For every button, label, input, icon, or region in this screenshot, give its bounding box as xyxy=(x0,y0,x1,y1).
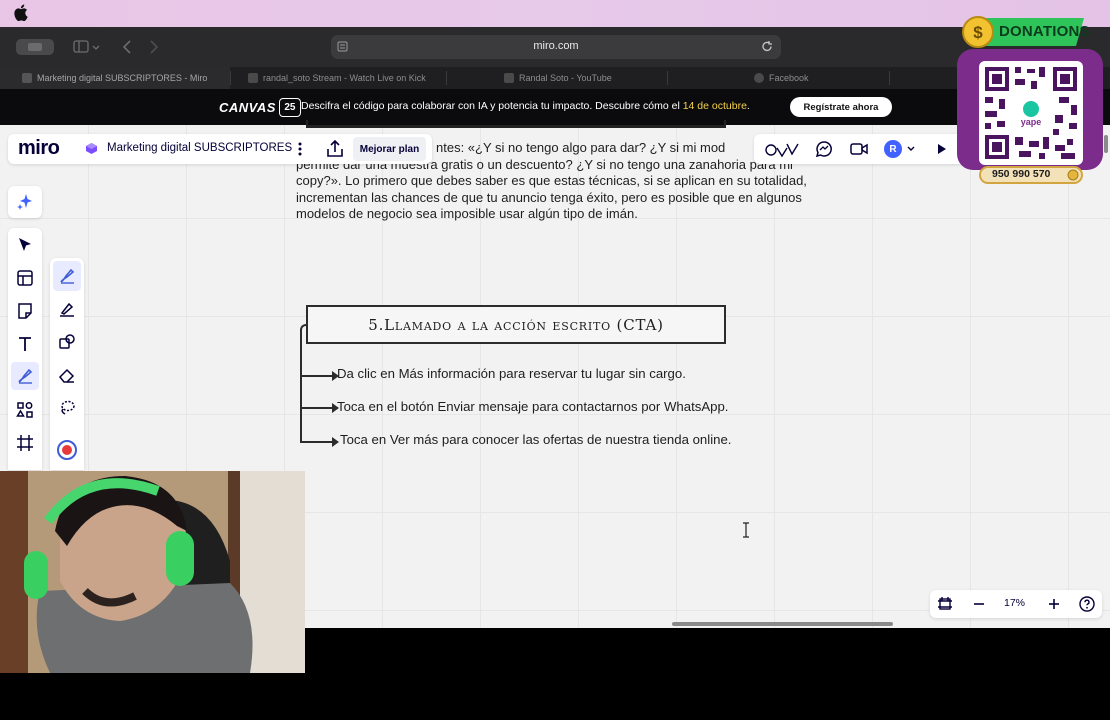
ai-assist-button[interactable] xyxy=(8,186,42,218)
video-call-icon[interactable] xyxy=(850,140,868,158)
apple-icon[interactable] xyxy=(14,4,28,21)
zoom-in-icon[interactable] xyxy=(1046,596,1062,612)
smart-drawing-icon[interactable] xyxy=(58,333,76,351)
zoom-out-icon[interactable] xyxy=(971,596,987,612)
user-avatar[interactable]: R xyxy=(884,140,902,158)
cta-heading: 5.Llamado a la acción escrito (CTA) xyxy=(368,315,664,334)
record-color-button[interactable] xyxy=(57,440,77,460)
board-icon xyxy=(86,143,97,154)
tab-label: Facebook xyxy=(769,73,809,83)
pen-icon[interactable] xyxy=(58,267,76,285)
miro-header: miro Marketing digital SUBSCRIPTORES Mej… xyxy=(8,134,432,164)
donation-phone: 950 990 570 xyxy=(992,168,1051,180)
tab-separator xyxy=(889,71,890,85)
banner-date: 14 de octubre xyxy=(682,100,747,112)
window-controls[interactable] xyxy=(16,39,54,55)
select-cursor-icon[interactable] xyxy=(16,236,34,254)
tab-separator xyxy=(446,71,447,85)
chat-icon[interactable] xyxy=(815,140,833,158)
text-cursor-icon xyxy=(743,522,749,538)
zoom-level[interactable]: 17% xyxy=(1004,597,1025,609)
cta-item[interactable]: Toca en Ver más para conocer las ofertas… xyxy=(340,432,731,447)
menu-bar xyxy=(0,0,1110,27)
text-line: modelos de negocio sea imposible usar al… xyxy=(296,206,638,221)
zoom-controls: 17% xyxy=(930,590,1102,618)
youtube-favicon-icon xyxy=(504,73,514,83)
tab-label: Randal Soto - YouTube xyxy=(519,73,612,83)
connector-arrow[interactable] xyxy=(301,437,339,447)
donations-label: DONATIONS xyxy=(999,23,1090,40)
chevron-down-icon[interactable] xyxy=(906,145,916,153)
qr-code: yape xyxy=(979,61,1083,165)
miro-collab-bar: R xyxy=(754,134,964,164)
connector-arrow[interactable] xyxy=(301,371,339,381)
connector-arrow[interactable] xyxy=(301,403,339,413)
pen-options-toolbar xyxy=(50,258,84,470)
tab-facebook[interactable]: Facebook xyxy=(732,67,882,89)
forward-icon[interactable] xyxy=(147,38,161,56)
banner-message: Descifra el código para colaborar con IA… xyxy=(301,100,750,112)
reload-icon[interactable] xyxy=(761,40,773,53)
sidebar-toggle-icon[interactable] xyxy=(73,38,101,56)
tab-separator xyxy=(667,71,668,85)
eraser-icon[interactable] xyxy=(58,366,76,384)
banner-badge: 25 xyxy=(278,98,301,117)
address-bar[interactable]: miro.com xyxy=(331,35,781,59)
highlighter-icon[interactable] xyxy=(58,300,76,318)
facebook-favicon-icon xyxy=(754,73,764,83)
text-tool-icon[interactable] xyxy=(16,335,34,353)
banner-brand: CANVAS xyxy=(219,100,276,115)
register-button[interactable]: Regístrate ahora xyxy=(790,97,892,117)
text-line: copy?». Lo primero que debes saber es qu… xyxy=(296,173,807,188)
pen-tool-icon[interactable] xyxy=(16,367,34,385)
miro-favicon-icon xyxy=(22,73,32,83)
webcam-overlay xyxy=(0,471,305,673)
kick-favicon-icon xyxy=(248,73,258,83)
screen: miro.com Marketing digital SUBSCRIPTORES… xyxy=(0,0,1110,720)
tab-kick[interactable]: randal_soto Stream - Watch Live on Kick xyxy=(226,67,446,89)
tab-label: randal_soto Stream - Watch Live on Kick xyxy=(263,73,426,83)
frame-icon[interactable] xyxy=(16,434,34,452)
board-title[interactable]: Marketing digital SUBSCRIPTORES xyxy=(107,142,292,154)
more-options-icon[interactable] xyxy=(296,140,304,158)
coin-icon xyxy=(1067,169,1079,181)
text-line: incrementan las chances de que tu anunci… xyxy=(296,189,802,205)
svg-text:$: $ xyxy=(973,23,983,42)
sticky-note-icon[interactable] xyxy=(16,302,34,320)
templates-icon[interactable] xyxy=(16,269,34,287)
cta-item[interactable]: Da clic en Más información para reservar… xyxy=(337,366,686,381)
tab-miro[interactable]: Marketing digital SUBSCRIPTORES - Miro xyxy=(0,67,230,89)
promo-banner: CANVAS 25 Descifra el código para colabo… xyxy=(0,89,1110,125)
export-icon[interactable] xyxy=(326,139,344,159)
tab-bar: Marketing digital SUBSCRIPTORES - Miro r… xyxy=(0,67,1110,89)
help-icon[interactable] xyxy=(1079,596,1095,612)
cta-item[interactable]: Toca en el botón Enviar mensaje para con… xyxy=(337,399,728,414)
miro-logo[interactable]: miro xyxy=(18,137,60,160)
fit-frame-icon[interactable] xyxy=(937,596,953,612)
lasso-icon[interactable] xyxy=(58,399,76,417)
reactions-icon[interactable] xyxy=(764,140,800,158)
banner-text: Descifra el código para colaborar con IA… xyxy=(301,100,683,112)
back-icon[interactable] xyxy=(120,38,134,56)
webcam-person-image xyxy=(0,471,305,673)
present-play-icon[interactable] xyxy=(937,143,947,155)
upgrade-plan-button[interactable]: Mejorar plan xyxy=(353,137,426,161)
red-dot-icon xyxy=(62,445,72,455)
sparkle-icon xyxy=(17,194,32,210)
horizontal-scrollbar[interactable] xyxy=(672,622,893,626)
url-text: miro.com xyxy=(533,40,579,52)
tab-label: Marketing digital SUBSCRIPTORES - Miro xyxy=(37,73,208,83)
svg-text:yape: yape xyxy=(1021,117,1042,127)
browser-toolbar: miro.com xyxy=(0,27,1110,67)
cta-heading-card[interactable]: 5.Llamado a la acción escrito (CTA) xyxy=(306,305,726,344)
banner-text-end: . xyxy=(746,100,750,112)
card-border xyxy=(306,125,726,128)
connector-bracket xyxy=(300,324,308,443)
shapes-icon[interactable] xyxy=(16,401,34,419)
tab-youtube[interactable]: Randal Soto - YouTube xyxy=(482,67,667,89)
vertical-scrollbar[interactable] xyxy=(1104,135,1108,153)
qr-code-image: yape xyxy=(985,67,1077,159)
creation-toolbar xyxy=(8,228,42,470)
canva-logo: CANVAS 25 xyxy=(219,98,301,117)
